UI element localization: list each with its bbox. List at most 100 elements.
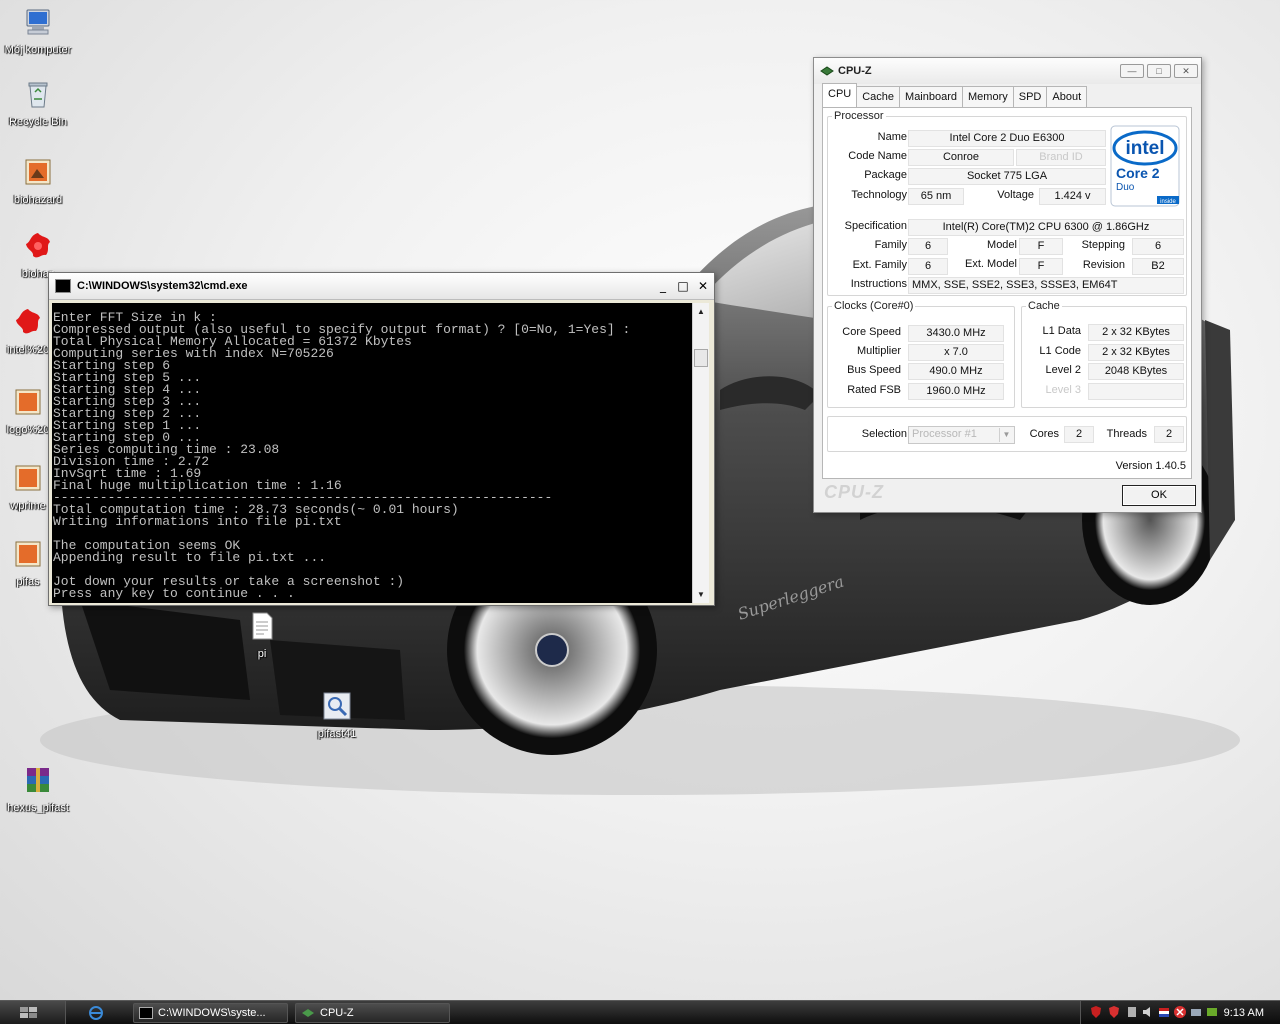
cmd-title: C:\WINDOWS\system32\cmd.exe	[77, 280, 248, 292]
desktop-icon-pi[interactable]: pi	[224, 610, 300, 660]
maximize-button[interactable]: □	[1147, 64, 1171, 78]
program-icon	[323, 692, 351, 720]
device-icon[interactable]	[1125, 1005, 1139, 1019]
console-line: Press any key to continue . . .	[53, 586, 295, 601]
image-file-icon	[15, 465, 41, 491]
biohazard-red-icon	[26, 233, 50, 258]
selection-label: Selection	[861, 428, 907, 440]
cmd-window[interactable]: C:\WINDOWS\system32\cmd.exe _ □ ✕ Enter …	[48, 272, 715, 606]
close-button[interactable]: ✕	[1174, 64, 1198, 78]
tab-mainboard[interactable]: Mainboard	[899, 86, 964, 107]
ext-model-value: F	[1019, 258, 1063, 275]
l1-data-value: 2 x 32 KBytes	[1088, 324, 1184, 341]
voltage-label: Voltage	[997, 189, 1034, 201]
console-icon	[139, 1007, 153, 1019]
taskbar-item-cpuz[interactable]: CPU-Z	[295, 1003, 450, 1023]
network-icon[interactable]	[1189, 1005, 1203, 1019]
voltage-value: 1.424 v	[1039, 188, 1106, 205]
scrollbar-thumb[interactable]	[694, 349, 708, 367]
cmd-titlebar[interactable]: C:\WINDOWS\system32\cmd.exe _ □ ✕	[49, 273, 714, 300]
instructions-label: Instructions	[850, 278, 907, 290]
bus-speed-value: 490.0 MHz	[908, 363, 1004, 380]
family-label: Family	[874, 239, 907, 251]
cpuz-icon	[820, 66, 834, 76]
volume-icon[interactable]	[1141, 1005, 1155, 1019]
technology-label: Technology	[851, 189, 907, 201]
level2-label: Level 2	[1045, 364, 1081, 376]
level3-label: Level 3	[1045, 384, 1081, 396]
desktop-icon-biohazard[interactable]: biohazard	[0, 156, 76, 206]
codename-value: Conroe	[908, 149, 1014, 166]
version-label: Version 1.40.5	[1115, 460, 1186, 472]
windows-flag-icon	[20, 1007, 37, 1018]
family-value: 6	[908, 238, 948, 255]
revision-label: Revision	[1082, 259, 1125, 271]
shield-icon[interactable]	[1089, 1005, 1103, 1019]
taskbar: C:\WINDOWS\syste... CPU-Z 9:13 AM	[0, 1000, 1280, 1024]
taskbar-clock[interactable]: 9:13 AM	[1224, 1007, 1264, 1019]
cores-value: 2	[1064, 426, 1094, 443]
biohazard-red-icon	[16, 309, 40, 334]
flag-icon[interactable]	[1157, 1005, 1171, 1019]
model-label: Model	[987, 239, 1017, 251]
threads-value: 2	[1154, 426, 1184, 443]
desktop-icon-recycle-bin[interactable]: Recycle Bin	[0, 78, 76, 128]
intel-core2-duo-logo: intel Core 2 Duo inside	[1110, 125, 1180, 207]
revision-value: B2	[1132, 258, 1184, 275]
chevron-down-icon: ▼	[999, 428, 1013, 442]
security-alert-icon[interactable]	[1173, 1005, 1187, 1019]
codename-label: Code Name	[848, 150, 907, 162]
ext-model-label: Ext. Model	[965, 258, 1017, 270]
processor-select[interactable]: Processor #1 ▼	[908, 426, 1015, 444]
text-file-icon	[252, 612, 273, 640]
tab-memory[interactable]: Memory	[962, 86, 1014, 107]
scroll-up-icon[interactable]: ▲	[693, 303, 709, 320]
start-button[interactable]	[0, 1001, 66, 1024]
taskbar-item-cmd[interactable]: C:\WINDOWS\syste...	[133, 1003, 288, 1023]
instructions-value: MMX, SSE, SSE2, SSE3, SSSE3, EM64T	[908, 277, 1184, 294]
level2-value: 2048 KBytes	[1088, 363, 1184, 380]
multiplier-value: x 7.0	[908, 344, 1004, 361]
minimize-button[interactable]: _	[654, 277, 672, 295]
console-line: Writing informations into file pi.txt	[53, 514, 342, 529]
desktop-icon-hexus-pifast[interactable]: hexus_pifast	[0, 764, 76, 814]
tab-cpu[interactable]: CPU	[822, 83, 858, 107]
cpuz-tabs: CPU Cache Mainboard Memory SPD About	[822, 83, 1088, 108]
maximize-button[interactable]: □	[674, 277, 692, 295]
svg-text:intel: intel	[1125, 138, 1164, 159]
console-line: Appending result to file pi.txt ...	[53, 550, 327, 565]
internet-explorer-icon[interactable]	[88, 1005, 104, 1021]
cache-legend: Cache	[1028, 300, 1060, 312]
scroll-down-icon[interactable]: ▼	[693, 586, 709, 603]
brandid-label: Brand ID	[1016, 149, 1106, 166]
close-button[interactable]: ✕	[694, 277, 712, 295]
cores-label: Cores	[1029, 428, 1059, 440]
stepping-label: Stepping	[1081, 239, 1125, 251]
shield-icon[interactable]	[1107, 1005, 1121, 1019]
tab-spd[interactable]: SPD	[1012, 86, 1048, 107]
l1-data-label: L1 Data	[1042, 325, 1081, 337]
console-output[interactable]: Enter FFT Size in k : Compressed output (…	[52, 303, 692, 603]
level3-value	[1088, 383, 1184, 400]
desktop-icon-my-computer[interactable]: Mój komputer	[0, 6, 76, 56]
cpuz-titlebar[interactable]: CPU-Z — □ ✕	[814, 58, 1201, 84]
rated-fsb-value: 1960.0 MHz	[908, 383, 1004, 400]
svg-text:Core 2: Core 2	[1116, 165, 1160, 181]
package-value: Socket 775 LGA	[908, 168, 1106, 185]
cpuz-window[interactable]: CPU-Z — □ ✕ CPU Cache Mainboard Memory S…	[813, 57, 1202, 513]
computer-icon	[26, 9, 50, 35]
multiplier-label: Multiplier	[856, 345, 901, 357]
desktop-icon-pifast41[interactable]: pifast41	[299, 690, 375, 740]
threads-label: Threads	[1106, 428, 1147, 440]
nvidia-icon[interactable]	[1205, 1005, 1219, 1019]
system-tray: 9:13 AM	[1080, 1001, 1280, 1024]
model-value: F	[1019, 238, 1063, 255]
tab-cache[interactable]: Cache	[856, 86, 901, 107]
ok-button[interactable]: OK	[1122, 485, 1196, 506]
l1-code-label: L1 Code	[1039, 345, 1081, 357]
cpuz-watermark: CPU-Z	[824, 482, 884, 502]
ext-family-value: 6	[908, 258, 948, 275]
tab-about[interactable]: About	[1046, 86, 1088, 107]
minimize-button[interactable]: —	[1120, 64, 1144, 78]
vertical-scrollbar[interactable]: ▲ ▼	[692, 303, 709, 603]
